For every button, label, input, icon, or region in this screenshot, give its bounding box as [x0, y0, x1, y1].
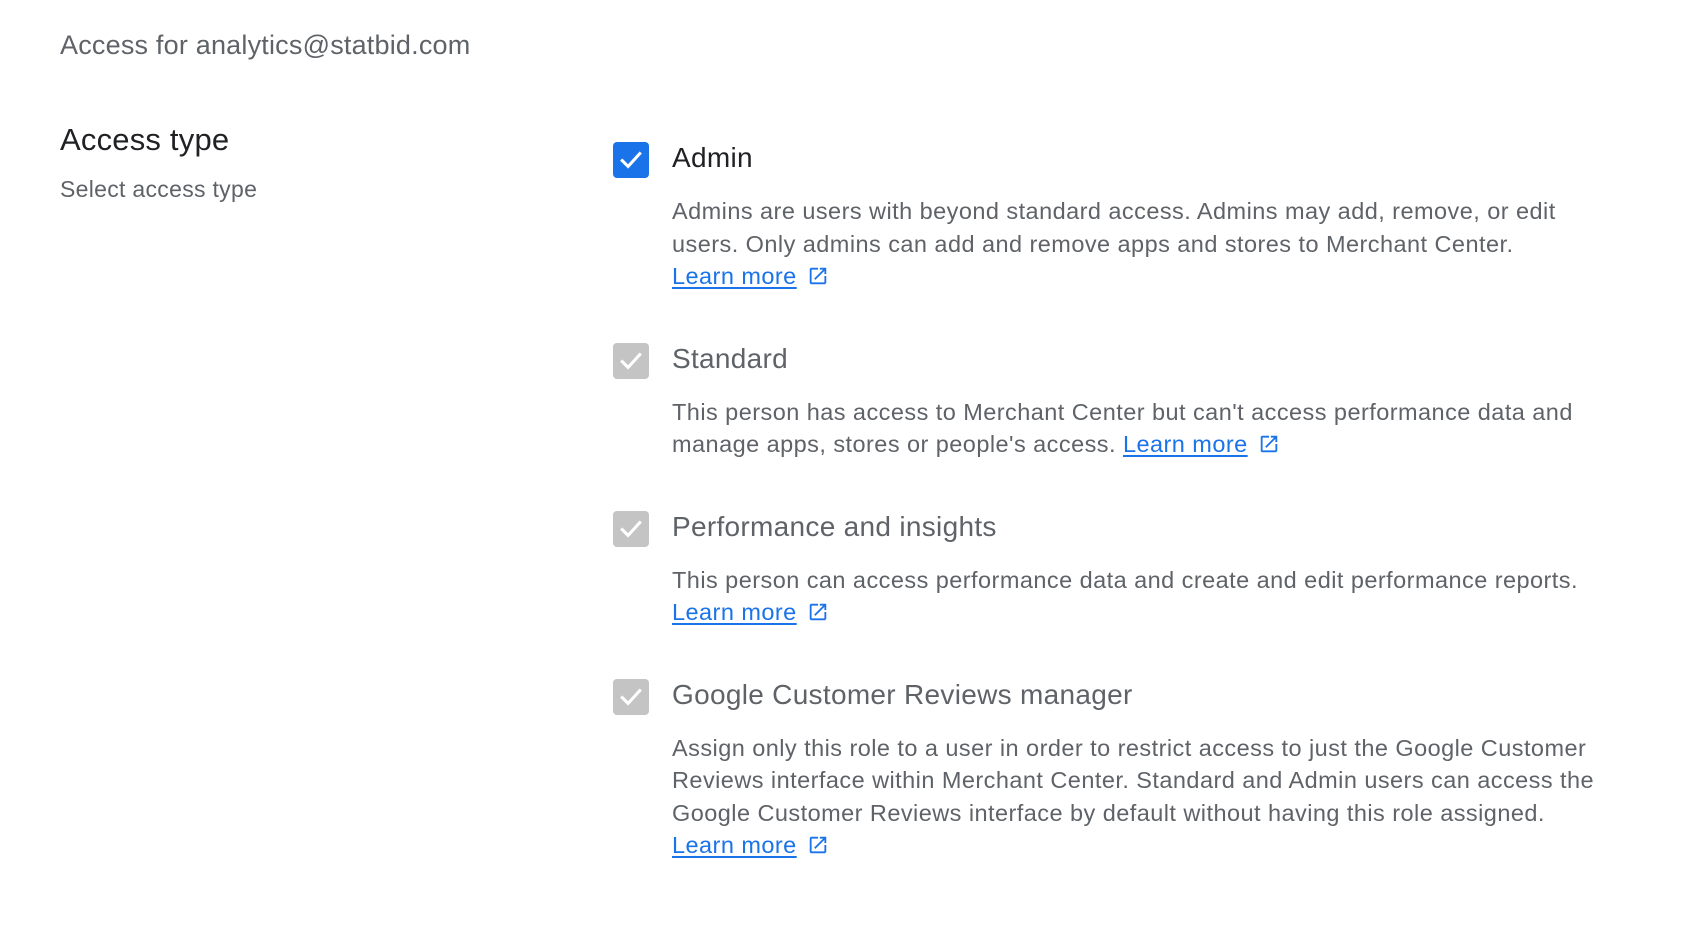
learn-more-label: Learn more: [672, 263, 797, 289]
option-performance-insights: Performance and insights This person can…: [613, 509, 1613, 629]
open-in-new-icon[interactable]: [807, 265, 829, 287]
description-text: This person can access performance data …: [672, 566, 1578, 593]
option-label-google-customer-reviews-manager: Google Customer Reviews manager: [672, 678, 1133, 710]
option-label-admin: Admin: [672, 142, 753, 173]
check-icon: [620, 687, 642, 706]
access-type-options: Admin Admins are users with beyond stand…: [613, 140, 1613, 862]
open-in-new-icon[interactable]: [807, 601, 829, 623]
learn-more-label: Learn more: [1122, 431, 1248, 457]
check-icon: [620, 351, 642, 370]
description-text: Admins are users with beyond standard ac…: [672, 198, 1556, 257]
option-description-standard: This person has access to Merchant Cente…: [672, 396, 1607, 461]
learn-more-link-standard[interactable]: Learn more: [1123, 431, 1248, 457]
option-description-performance-insights: This person can access performance data …: [672, 564, 1607, 629]
option-label-standard: Standard: [672, 342, 789, 374]
access-type-section-header: Access type Select access type: [60, 122, 257, 203]
learn-more-label: Learn more: [672, 599, 797, 625]
description-text: Assign only this role to a user in order…: [672, 734, 1595, 826]
option-description-admin: Admins are users with beyond standard ac…: [672, 195, 1607, 293]
learn-more-link-performance-insights[interactable]: Learn more: [672, 599, 797, 625]
option-description-google-customer-reviews-manager: Assign only this role to a user in order…: [672, 732, 1607, 862]
open-in-new-icon[interactable]: [807, 834, 829, 856]
access-settings-page: Access for analytics@statbid.com Access …: [0, 0, 1684, 934]
option-admin: Admin Admins are users with beyond stand…: [613, 140, 1613, 293]
access-email-heading: Access for analytics@statbid.com: [60, 30, 471, 60]
check-icon: [620, 151, 642, 169]
check-icon: [620, 519, 642, 538]
option-label-performance-insights: Performance and insights: [672, 510, 997, 542]
section-title: Access type: [60, 122, 230, 157]
option-standard: Standard This person has access to Merch…: [613, 341, 1613, 461]
section-subtitle: Select access type: [60, 176, 258, 202]
google-customer-reviews-checkbox: [613, 678, 649, 715]
learn-more-label: Learn more: [672, 832, 797, 858]
learn-more-link-admin[interactable]: Learn more: [672, 263, 797, 289]
open-in-new-icon[interactable]: [1258, 433, 1280, 455]
standard-checkbox: [613, 342, 649, 379]
performance-insights-checkbox: [613, 510, 649, 547]
option-google-customer-reviews-manager: Google Customer Reviews manager Assign o…: [613, 677, 1613, 862]
admin-checkbox[interactable]: [613, 142, 649, 178]
learn-more-link-google-customer-reviews[interactable]: Learn more: [672, 832, 797, 858]
